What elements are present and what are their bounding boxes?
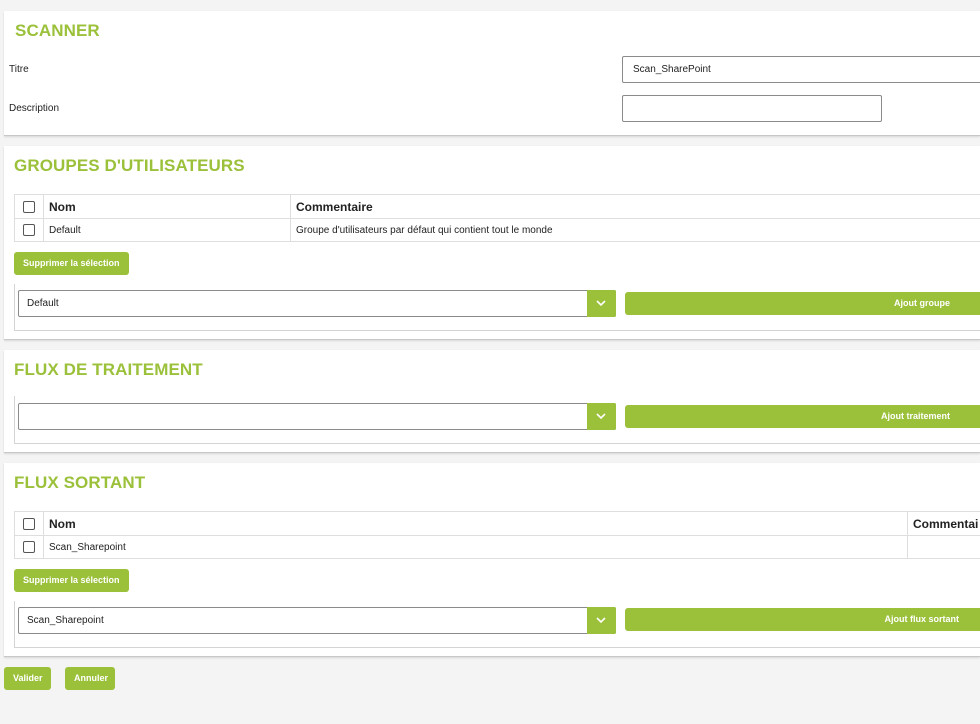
chevron-down-icon (596, 300, 606, 307)
column-header-commentaire: Commentai (907, 511, 980, 536)
chevron-down-icon (596, 617, 606, 624)
cancel-button[interactable]: Annuler (65, 667, 115, 690)
titre-label: Titre (9, 64, 29, 75)
outgoing-flow-table: Nom Commentai Scan_Sharepoint (14, 511, 980, 559)
user-groups-panel: GROUPES D'UTILISATEURS Nom Commentaire D… (4, 146, 980, 340)
row-select-cell (14, 535, 44, 559)
add-outgoing-button[interactable]: Ajout flux sortant (625, 608, 980, 631)
description-input[interactable] (622, 95, 882, 122)
row-nom: Scan_Sharepoint (43, 535, 908, 559)
select-all-cell (14, 511, 44, 536)
outgoing-select-arrow[interactable] (587, 607, 616, 634)
add-processing-button[interactable]: Ajout traitement (625, 405, 980, 428)
select-all-checkbox[interactable] (23, 201, 35, 214)
chevron-down-icon (596, 413, 606, 420)
row-commentaire (907, 535, 980, 559)
user-groups-title: GROUPES D'UTILISATEURS (14, 156, 245, 175)
add-processing-label: Ajout traitement (880, 411, 950, 421)
outgoing-flow-panel: FLUX SORTANT Nom Commentai Scan_Sharepoi… (4, 463, 980, 657)
select-all-cell (14, 194, 44, 219)
delete-selection-button[interactable]: Supprimer la sélection (14, 569, 129, 592)
titre-input[interactable] (622, 56, 980, 83)
outgoing-select[interactable]: Scan_Sharepoint (18, 607, 616, 634)
processing-flow-panel: FLUX DE TRAITEMENT Ajout traitement (4, 350, 980, 453)
add-group-button[interactable]: Ajout groupe (625, 292, 980, 315)
delete-selection-button[interactable]: Supprimer la sélection (14, 252, 129, 275)
outgoing-select-value: Scan_Sharepoint (27, 615, 104, 626)
column-header-nom: Nom (43, 194, 291, 219)
table-header-row: Nom Commentaire (14, 194, 980, 219)
column-header-nom: Nom (43, 511, 908, 536)
group-select-value: Default (27, 298, 59, 309)
scanner-panel: SCANNER Titre Description (4, 11, 980, 136)
group-select[interactable]: Default (18, 290, 616, 317)
add-group-label: Ajout groupe (894, 298, 950, 308)
validate-button[interactable]: Valider (4, 667, 51, 690)
table-row[interactable]: Default Groupe d'utilisateurs par défaut… (14, 218, 980, 242)
table-header-row: Nom Commentai (14, 511, 980, 536)
row-commentaire: Groupe d'utilisateurs par défaut qui con… (290, 218, 980, 242)
processing-select-arrow[interactable] (587, 403, 616, 430)
scanner-title: SCANNER (15, 21, 100, 40)
row-checkbox[interactable] (23, 541, 35, 553)
row-select-cell (14, 218, 44, 242)
group-select-arrow[interactable] (587, 290, 616, 317)
column-header-commentaire: Commentaire (290, 194, 980, 219)
row-nom: Default (43, 218, 291, 242)
outgoing-flow-title: FLUX SORTANT (14, 473, 146, 492)
table-row[interactable]: Scan_Sharepoint (14, 535, 980, 559)
processing-select[interactable] (18, 403, 616, 430)
description-label: Description (9, 103, 60, 114)
user-groups-table: Nom Commentaire Default Groupe d'utilisa… (14, 194, 980, 242)
processing-flow-title: FLUX DE TRAITEMENT (14, 360, 203, 379)
add-outgoing-label: Ajout flux sortant (884, 614, 960, 624)
select-all-checkbox[interactable] (23, 518, 35, 531)
row-checkbox[interactable] (23, 224, 35, 236)
